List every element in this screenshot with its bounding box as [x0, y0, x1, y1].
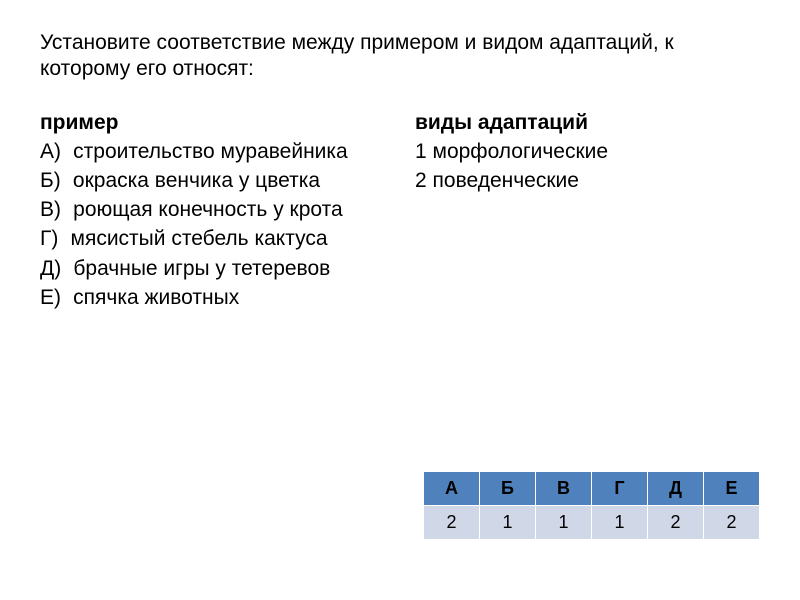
answer-header-cell: А	[424, 472, 480, 506]
item-label: В)	[40, 198, 61, 221]
list-item: Д) брачные игры у тетеревов	[40, 256, 385, 282]
table-row: А Б В Г Д Е	[424, 472, 760, 506]
right-column: виды адаптаций 1 морфологические 2 повед…	[415, 111, 760, 315]
answer-header-cell: Б	[480, 472, 536, 506]
table-row: 2 1 1 1 2 2	[424, 506, 760, 540]
item-label: Д)	[40, 257, 61, 280]
item-label: А)	[40, 140, 61, 163]
answer-header-cell: В	[536, 472, 592, 506]
answer-value-cell: 2	[704, 506, 760, 540]
answer-value-cell: 1	[480, 506, 536, 540]
item-text: роющая конечность у крота	[67, 198, 343, 221]
answer-header-cell: Е	[704, 472, 760, 506]
answer-table: А Б В Г Д Е 2 1 1 1 2 2	[423, 471, 760, 540]
item-text: мясистый стебель кактуса	[64, 227, 327, 250]
list-item: 2 поведенческие	[415, 168, 760, 194]
content-columns: пример А) строительство муравейника Б) о…	[40, 111, 760, 315]
instruction-text: Установите соответствие между примером и…	[40, 30, 760, 83]
list-item: В) роющая конечность у крота	[40, 197, 385, 223]
answer-value-cell: 2	[648, 506, 704, 540]
item-text: окраска венчика у цветка	[67, 169, 320, 192]
left-column: пример А) строительство муравейника Б) о…	[40, 111, 385, 315]
left-header: пример	[40, 111, 385, 135]
answer-value-cell: 1	[592, 506, 648, 540]
right-header: виды адаптаций	[415, 111, 760, 135]
list-item: 1 морфологические	[415, 139, 760, 165]
answer-value-cell: 1	[536, 506, 592, 540]
item-label: Б)	[40, 169, 61, 192]
item-text: спячка животных	[67, 286, 239, 309]
answer-header-cell: Д	[648, 472, 704, 506]
list-item: Г) мясистый стебель кактуса	[40, 226, 385, 252]
list-item: Б) окраска венчика у цветка	[40, 168, 385, 194]
item-label: Е)	[40, 286, 61, 309]
list-item: Е) спячка животных	[40, 285, 385, 311]
example-list: А) строительство муравейника Б) окраска …	[40, 139, 385, 312]
answer-header-cell: Г	[592, 472, 648, 506]
types-list: 1 морфологические 2 поведенческие	[415, 139, 760, 195]
answer-value-cell: 2	[424, 506, 480, 540]
item-text: строительство муравейника	[67, 140, 348, 163]
list-item: А) строительство муравейника	[40, 139, 385, 165]
item-text: брачные игры у тетеревов	[67, 257, 330, 280]
item-label: Г)	[40, 227, 58, 250]
